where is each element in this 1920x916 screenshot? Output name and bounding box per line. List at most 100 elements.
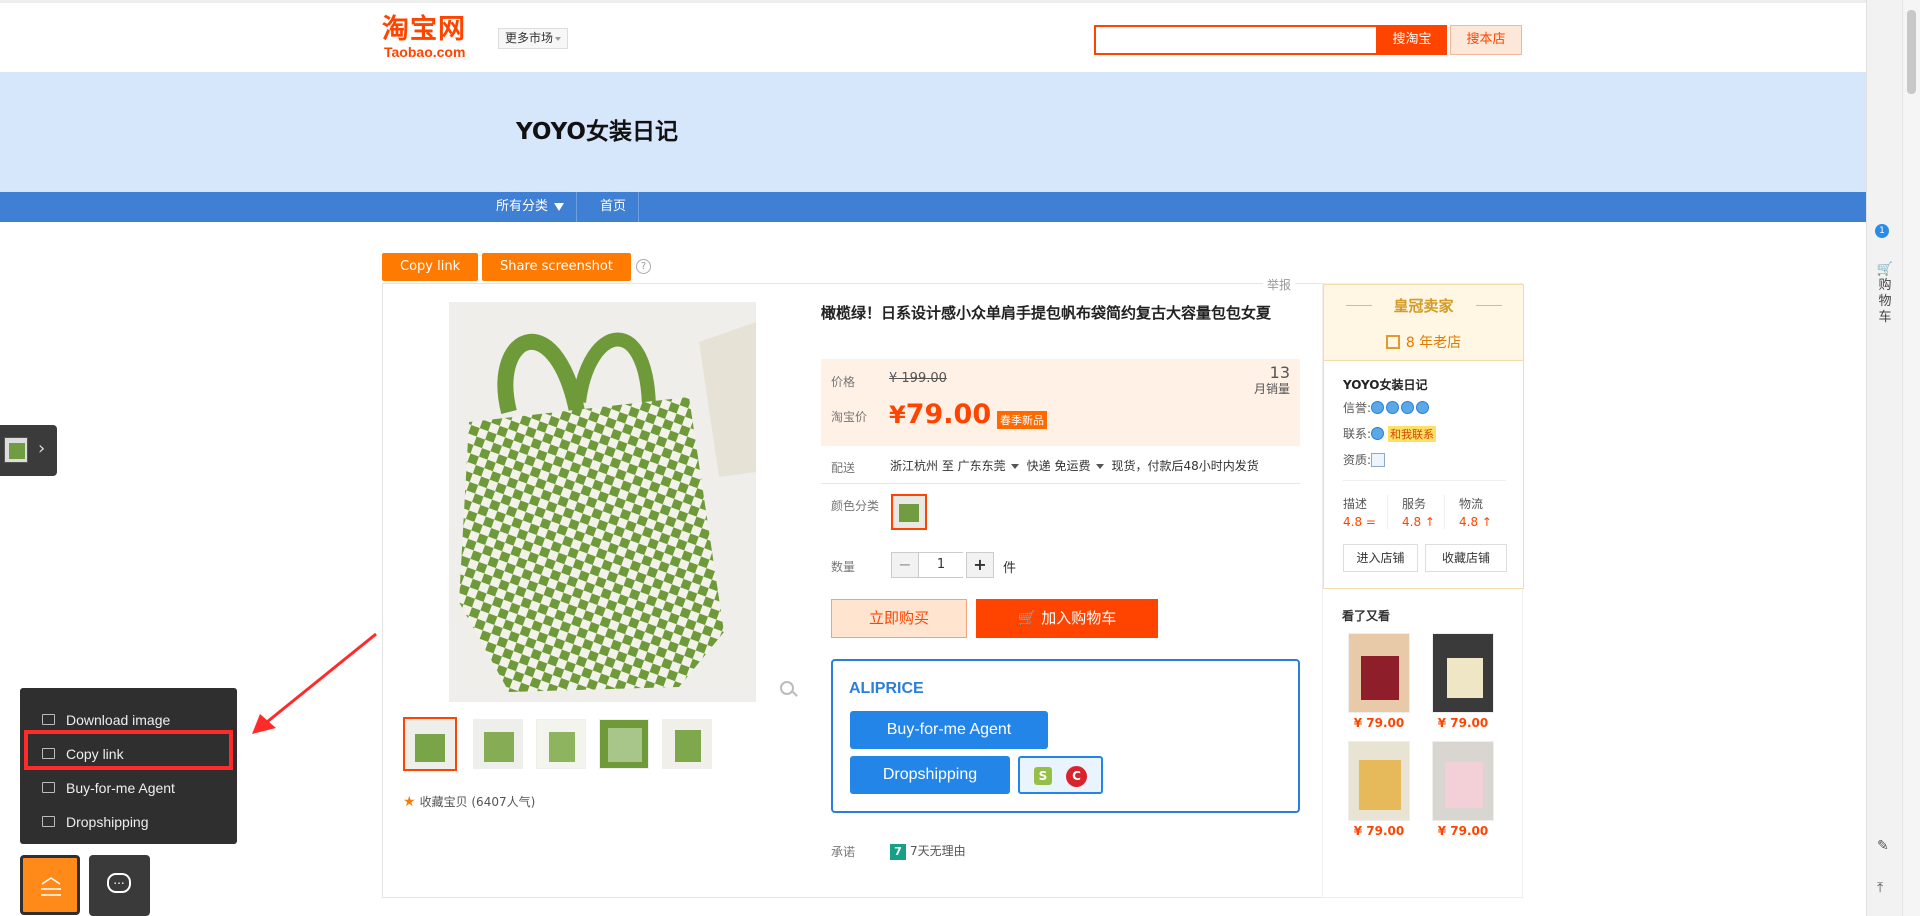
chat-button[interactable]: ... bbox=[89, 855, 150, 916]
search-taobao-button[interactable]: 搜淘宝 bbox=[1377, 25, 1447, 55]
buy-for-me-agent-button[interactable]: Buy-for-me Agent bbox=[850, 711, 1048, 749]
seller-info: 皇冠卖家 8 年老店 YOYO女装日记 信誉: 联系: 和我联系 资质: 描述 4.… bbox=[1323, 284, 1524, 589]
copy-link-button[interactable]: Copy link bbox=[382, 253, 479, 281]
shop-title[interactable]: YOYO女装日记 bbox=[516, 112, 678, 146]
zoom-icon[interactable] bbox=[780, 681, 794, 695]
taobao-logo[interactable]: 淘宝网 Taobao.com bbox=[382, 15, 482, 60]
side-collapse-widget[interactable]: › bbox=[0, 425, 57, 476]
image-icon bbox=[42, 714, 55, 725]
scrollbar[interactable] bbox=[1902, 0, 1920, 916]
monthly-sales: 13 月销量 bbox=[1254, 365, 1290, 397]
menu-item-label: Buy-for-me Agent bbox=[66, 780, 175, 796]
favorite-label: 收藏宝贝 (6407人气) bbox=[419, 795, 536, 809]
original-price: ¥ 199.00 bbox=[889, 371, 947, 386]
aliprice-panel: ALIPRICE Buy-for-me Agent Dropshipping S… bbox=[831, 659, 1300, 813]
recommend-item-price[interactable]: ¥ 79.00 bbox=[1348, 716, 1410, 730]
shipping-label: 配送 bbox=[831, 461, 856, 475]
pencil-icon[interactable]: ✎ bbox=[1877, 838, 1889, 854]
qualification-label: 资质: bbox=[1343, 453, 1372, 467]
cart-icon: 🛒 bbox=[1876, 262, 1894, 277]
quantity-increase-button[interactable]: + bbox=[966, 552, 994, 578]
recommend-item-price[interactable]: ¥ 79.00 bbox=[1432, 824, 1494, 838]
chevron-down-icon bbox=[555, 36, 562, 41]
nav-home[interactable]: 首页 bbox=[588, 192, 640, 222]
recommend-item-image[interactable] bbox=[1432, 633, 1494, 713]
store-age-icon bbox=[1385, 335, 1400, 349]
color-option[interactable] bbox=[891, 494, 927, 530]
enter-store-button[interactable]: 进入店铺 bbox=[1343, 544, 1418, 572]
share-screenshot-button[interactable]: Share screenshot bbox=[482, 253, 631, 281]
favorite-store-button[interactable]: 收藏店铺 bbox=[1425, 544, 1507, 572]
thumbnail-1[interactable] bbox=[403, 717, 457, 771]
buy-now-button[interactable]: 立即购买 bbox=[831, 599, 967, 638]
menu-buy-for-me-agent[interactable]: Buy-for-me Agent bbox=[20, 771, 237, 805]
scrollbar-thumb[interactable] bbox=[1907, 10, 1916, 94]
menu-dropshipping[interactable]: Dropshipping bbox=[20, 805, 237, 839]
rating-label: 描述 bbox=[1343, 497, 1368, 511]
ship-to-dropdown[interactable]: 广东东莞 bbox=[958, 459, 1027, 473]
divider bbox=[1343, 480, 1506, 481]
store-name[interactable]: YOYO女装日记 bbox=[1343, 376, 1428, 393]
price-box: 价格 ¥ 199.00 淘宝价 ¥79.00 春季新品 13 月销量 bbox=[821, 359, 1300, 446]
product-main-image[interactable] bbox=[449, 302, 756, 702]
chat-icon[interactable] bbox=[1371, 427, 1385, 440]
shopify-icon[interactable]: S bbox=[1034, 767, 1052, 785]
nav-home-label: 首页 bbox=[600, 199, 627, 214]
thumbnail-4[interactable] bbox=[599, 719, 649, 769]
recommend-item-price[interactable]: ¥ 79.00 bbox=[1432, 716, 1494, 730]
recommend-item-image[interactable] bbox=[1348, 633, 1410, 713]
ship-note: 现货，付款后48小时内发货 bbox=[1111, 459, 1259, 473]
divider bbox=[1444, 495, 1445, 529]
quantity-input[interactable]: 1 bbox=[919, 552, 963, 578]
c-platform-icon[interactable]: C bbox=[1066, 766, 1087, 787]
price-currency: ¥ bbox=[889, 401, 906, 429]
rating-label: 物流 bbox=[1459, 497, 1484, 511]
quantity-decrease-button[interactable]: − bbox=[891, 552, 919, 578]
more-markets-dropdown[interactable]: 更多市场 bbox=[498, 28, 569, 49]
product-thumb-mini bbox=[4, 437, 28, 463]
menu-toggle-button[interactable] bbox=[20, 855, 80, 915]
divider bbox=[1476, 305, 1502, 306]
recommend-item-price[interactable]: ¥ 79.00 bbox=[1348, 824, 1410, 838]
dropshipping-button[interactable]: Dropshipping bbox=[850, 756, 1010, 794]
search-input[interactable] bbox=[1094, 25, 1378, 55]
nav-all-categories-label: 所有分类 bbox=[496, 199, 549, 214]
recommend-item-image[interactable] bbox=[1348, 741, 1410, 821]
store-years: 8 年老店 bbox=[1324, 332, 1523, 352]
add-to-cart-button[interactable]: 🛒 加入购物车 bbox=[976, 599, 1158, 638]
aliprice-title: ALIPRICE bbox=[849, 680, 924, 697]
thumbnail-2[interactable] bbox=[473, 719, 523, 769]
thumbnail-3[interactable] bbox=[536, 719, 586, 769]
color-label: 颜色分类 bbox=[831, 499, 880, 513]
rating-value: 4.8 ↑ bbox=[1459, 515, 1492, 529]
search-store-button[interactable]: 搜本店 bbox=[1450, 25, 1522, 55]
contact-me-link[interactable]: 和我联系 bbox=[1388, 426, 1437, 442]
highlight-box bbox=[24, 730, 233, 770]
price-label: 价格 bbox=[831, 375, 856, 389]
nav-all-categories[interactable]: 所有分类 bbox=[484, 192, 578, 222]
dropshipping-platforms[interactable]: S C bbox=[1018, 756, 1103, 794]
right-toolbar bbox=[1866, 0, 1902, 916]
help-icon[interactable]: ? bbox=[636, 259, 651, 274]
logo-en: Taobao.com bbox=[384, 44, 466, 60]
ship-method-dropdown[interactable]: 快递 免运费 bbox=[1027, 459, 1112, 473]
shopping-cart-link[interactable]: 🛒 购物车 bbox=[1876, 262, 1894, 326]
chat-icon: ... bbox=[107, 873, 131, 893]
favorite-item[interactable]: ★ 收藏宝贝 (6407人气) bbox=[403, 793, 535, 810]
monthly-sales-num: 13 bbox=[1269, 363, 1290, 382]
price-value: 79.00 bbox=[905, 399, 992, 430]
thumbnail-5[interactable] bbox=[662, 719, 712, 769]
notification-badge[interactable]: 1 bbox=[1875, 224, 1889, 238]
back-to-top-icon[interactable]: ⤒ bbox=[1877, 880, 1883, 896]
chevron-down-icon bbox=[1010, 464, 1019, 469]
chevron-right-icon: › bbox=[38, 438, 46, 459]
seller-panel: 皇冠卖家 8 年老店 YOYO女装日记 信誉: 联系: 和我联系 资质: 描述 4.… bbox=[1322, 283, 1524, 898]
quantity-label: 数量 bbox=[831, 560, 856, 574]
menu-item-label: Dropshipping bbox=[66, 814, 149, 830]
credit-icon bbox=[1401, 401, 1415, 414]
recommend-item-image[interactable] bbox=[1432, 741, 1494, 821]
qualification-row: 资质: bbox=[1343, 451, 1386, 468]
ship-method: 快递 免运费 bbox=[1026, 459, 1091, 473]
report-link[interactable]: 举报 bbox=[1263, 276, 1296, 293]
qualification-icon[interactable] bbox=[1371, 453, 1386, 467]
